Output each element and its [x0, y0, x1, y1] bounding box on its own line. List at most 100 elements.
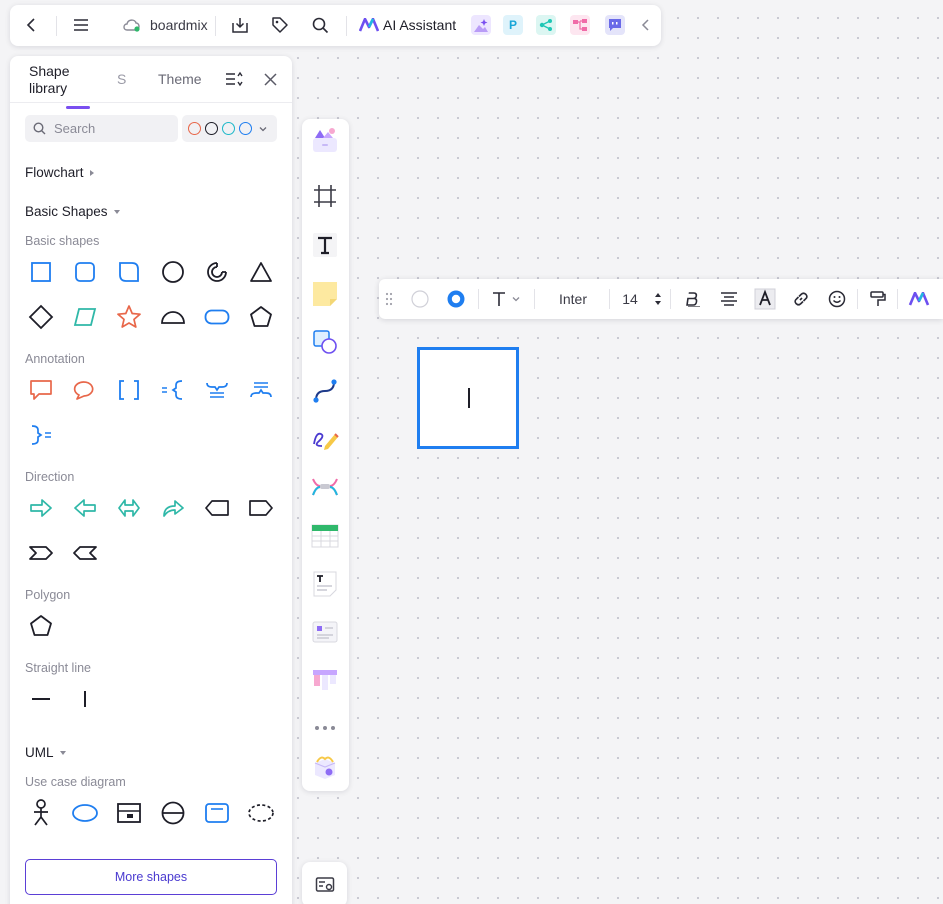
right-tag-shape[interactable]: [243, 490, 279, 526]
chevron-left-shape[interactable]: [67, 535, 103, 571]
curved-arrow-shape[interactable]: [155, 490, 191, 526]
selected-rectangle-shape[interactable]: [417, 347, 519, 449]
chat-app-icon[interactable]: [605, 15, 625, 35]
font-family-select[interactable]: Inter: [547, 287, 599, 311]
ai-logo-icon[interactable]: [905, 287, 933, 311]
color-swatch-blue: [239, 122, 252, 135]
left-tag-shape[interactable]: [199, 490, 235, 526]
minimap-icon: [315, 876, 334, 892]
brand[interactable]: boardmix: [122, 14, 208, 36]
emoji-icon[interactable]: [825, 287, 849, 311]
templates-icon[interactable]: [310, 125, 340, 155]
tab-shape-library[interactable]: Shape library: [29, 63, 89, 97]
table-icon[interactable]: [310, 521, 340, 551]
callout-rect-shape[interactable]: [23, 372, 59, 408]
mindmap-app-icon[interactable]: [536, 15, 556, 35]
right-brace-annotation-shape[interactable]: [23, 417, 59, 453]
triangle-shape[interactable]: [243, 254, 279, 290]
sort-settings-icon[interactable]: [224, 69, 244, 89]
section-uml[interactable]: UML: [25, 745, 66, 760]
partial-circle-shape[interactable]: [199, 254, 235, 290]
system-boundary-shape[interactable]: [111, 795, 147, 831]
brace-annotation-shape[interactable]: [155, 372, 191, 408]
horizontal-line-shape[interactable]: [23, 681, 59, 717]
collapse-chevron-icon[interactable]: [634, 13, 658, 37]
capsule-shape[interactable]: [199, 299, 235, 335]
square-shape[interactable]: [23, 254, 59, 290]
diamond-shape[interactable]: [23, 299, 59, 335]
brackets-shape[interactable]: [111, 372, 147, 408]
search-icon[interactable]: [308, 13, 332, 37]
color-filter-dropdown[interactable]: [182, 115, 277, 142]
use-case-oval-shape[interactable]: [67, 795, 103, 831]
sticky-note-icon[interactable]: [310, 279, 340, 309]
fill-color-button[interactable]: [408, 287, 432, 311]
tool-strip: [302, 119, 349, 791]
document-icon[interactable]: [310, 569, 340, 599]
bottom-brace-shape[interactable]: [243, 372, 279, 408]
text-cursor: [468, 388, 470, 408]
text-color-icon[interactable]: [753, 287, 777, 311]
right-arrow-shape[interactable]: [23, 490, 59, 526]
more-tools-icon[interactable]: [310, 713, 340, 743]
more-shapes-button[interactable]: More shapes: [25, 859, 277, 895]
pen-icon[interactable]: [310, 424, 340, 454]
actor-shape[interactable]: [23, 795, 59, 831]
dashed-oval-shape[interactable]: [243, 795, 279, 831]
entity-circle-shape[interactable]: [155, 795, 191, 831]
text-style-dropdown[interactable]: [485, 287, 527, 311]
rounded-square-shape[interactable]: [67, 254, 103, 290]
text-align-icon[interactable]: [717, 287, 741, 311]
minimap-button[interactable]: [302, 862, 347, 904]
border-color-button[interactable]: [444, 287, 468, 311]
connector-icon[interactable]: [310, 376, 340, 406]
ai-assistant-button[interactable]: AI Assistant: [359, 13, 456, 37]
font-size-stepper[interactable]: [651, 287, 665, 311]
text-icon[interactable]: [310, 230, 340, 260]
corner-rounded-square-shape[interactable]: [111, 254, 147, 290]
menu-icon[interactable]: [69, 13, 93, 37]
mindmap-icon[interactable]: [310, 472, 340, 502]
close-icon[interactable]: [260, 69, 280, 89]
cloud-sync-icon: [123, 19, 140, 32]
vertical-line-shape[interactable]: [67, 681, 103, 717]
format-painter-icon[interactable]: [866, 287, 890, 311]
plugin-box-icon[interactable]: [310, 752, 340, 782]
presentation-app-icon[interactable]: P: [503, 15, 523, 35]
drag-handle-icon[interactable]: [383, 287, 395, 311]
semicircle-shape[interactable]: [155, 299, 191, 335]
circle-shape[interactable]: [155, 254, 191, 290]
shapes-icon[interactable]: [310, 327, 340, 357]
ai-image-icon[interactable]: [471, 15, 491, 35]
parallelogram-shape[interactable]: [67, 299, 103, 335]
bold-icon[interactable]: [681, 287, 705, 311]
back-icon[interactable]: [20, 13, 44, 37]
tab-s[interactable]: S: [117, 71, 126, 88]
search-icon: [33, 122, 46, 135]
search-box[interactable]: [25, 115, 178, 142]
search-input[interactable]: [54, 121, 164, 136]
font-size-input[interactable]: 14: [617, 287, 643, 311]
tab-theme[interactable]: Theme: [158, 71, 202, 88]
divider: [56, 16, 57, 36]
card-icon[interactable]: [310, 617, 340, 647]
active-tab-indicator: [66, 106, 90, 109]
link-icon[interactable]: [789, 287, 813, 311]
download-icon[interactable]: [228, 13, 252, 37]
collaboration-shape[interactable]: [199, 795, 235, 831]
star-shape[interactable]: [111, 299, 147, 335]
frame-icon[interactable]: [310, 181, 340, 211]
subsection-straight-line: Straight line: [25, 661, 92, 675]
polygon-pentagon-shape[interactable]: [23, 608, 59, 644]
pentagon-shape[interactable]: [243, 299, 279, 335]
chevron-right-shape[interactable]: [23, 535, 59, 571]
flowchart-app-icon[interactable]: [570, 15, 590, 35]
top-brace-shape[interactable]: [199, 372, 235, 408]
left-arrow-shape[interactable]: [67, 490, 103, 526]
section-basic-shapes[interactable]: Basic Shapes: [25, 204, 120, 219]
section-flowchart[interactable]: Flowchart: [25, 165, 94, 180]
callout-oval-shape[interactable]: [67, 372, 103, 408]
tag-icon[interactable]: [268, 13, 292, 37]
kanban-icon[interactable]: [310, 665, 340, 695]
double-arrow-shape[interactable]: [111, 490, 147, 526]
